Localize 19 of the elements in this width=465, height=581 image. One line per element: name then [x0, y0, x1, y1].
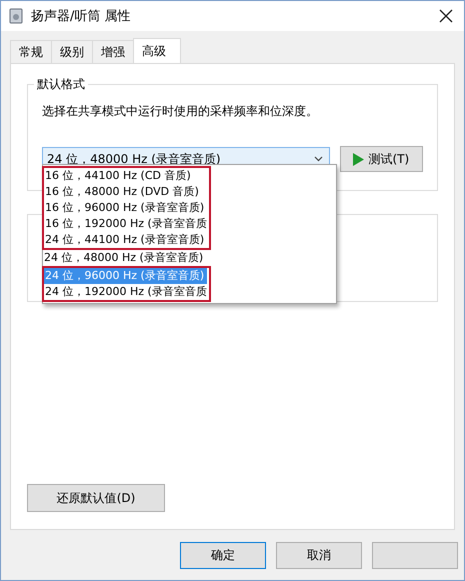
dialog-button[interactable]: 取消 [276, 542, 362, 569]
dropdown-option[interactable]: 16 位，192000 Hz (录音室音质 [44, 216, 207, 232]
dropdown-option[interactable]: 16 位，44100 Hz (CD 音质) [44, 168, 191, 184]
dialog-button[interactable]: 确定 [180, 542, 266, 569]
chevron-icon [314, 156, 323, 162]
dropdown-option[interactable]: 16 位，96000 Hz (录音室音质) [44, 200, 204, 216]
play-icon [353, 152, 364, 166]
tab[interactable]: 常规 [10, 40, 52, 63]
dropdown-option[interactable]: 16 位，48000 Hz (DVD 音质) [44, 184, 199, 200]
restore-defaults-button[interactable]: 还原默认值(D) [27, 484, 165, 512]
tab[interactable]: 高级 [133, 38, 181, 63]
description-text: 选择在共享模式中运行时使用的采样频率和位深度。 [42, 103, 319, 120]
dropdown-option[interactable]: 24 位，48000 Hz (录音室音质) [43, 250, 336, 266]
window-title: 扬声器/听筒 属性 [31, 8, 132, 25]
test-button[interactable]: 测试(T) [340, 146, 423, 172]
dropdown-option[interactable]: 24 位，192000 Hz (录音室音质 [44, 284, 207, 300]
dropdown-option[interactable]: 24 位，44100 Hz (录音室音质) [44, 232, 204, 248]
group-label: 默认格式 [34, 76, 88, 93]
speaker-icon [9, 8, 23, 24]
